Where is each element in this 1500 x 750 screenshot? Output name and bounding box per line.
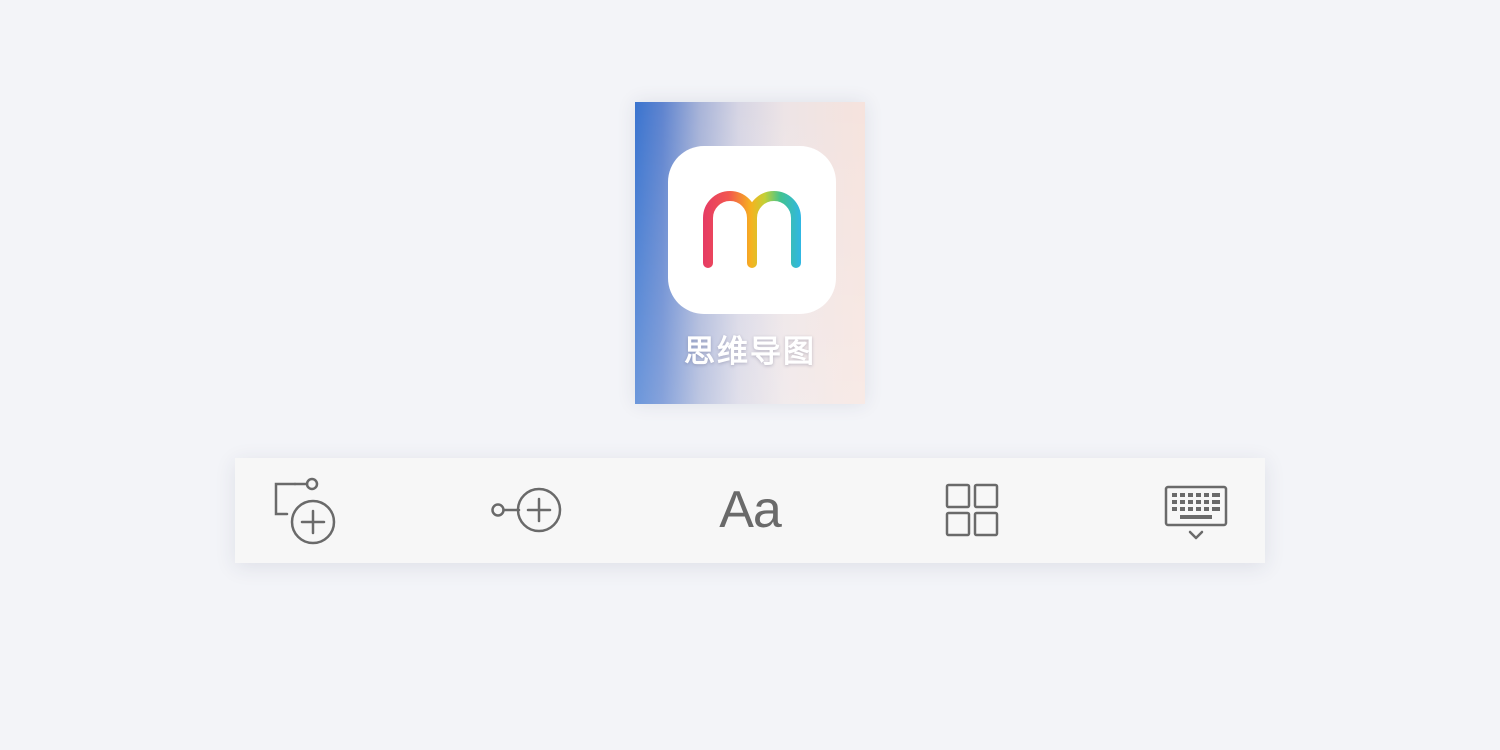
grid-layout-icon bbox=[945, 483, 999, 537]
layout-button[interactable] bbox=[933, 474, 1013, 546]
mindmap-toolbar: Aa bbox=[235, 458, 1265, 563]
rainbow-m-logo-icon bbox=[703, 191, 801, 268]
add-subtopic-icon bbox=[274, 477, 336, 545]
text-format-button[interactable]: Aa bbox=[710, 474, 790, 546]
add-sibling-node-icon bbox=[491, 487, 562, 533]
app-tile[interactable]: 思维导图 bbox=[635, 102, 865, 404]
hide-keyboard-button[interactable] bbox=[1156, 474, 1236, 546]
keyboard-hide-icon bbox=[1164, 485, 1228, 540]
mindmap-app-icon[interactable] bbox=[668, 146, 836, 314]
text-format-icon: Aa bbox=[719, 481, 782, 539]
add-subtopic-button[interactable] bbox=[265, 474, 345, 546]
add-sibling-node-button[interactable] bbox=[487, 474, 567, 546]
app-name-label: 思维导图 bbox=[684, 334, 816, 370]
